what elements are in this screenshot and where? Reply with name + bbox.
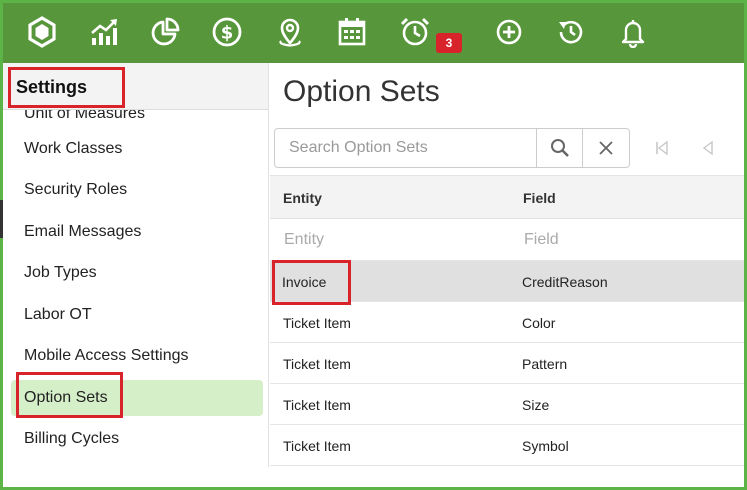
cell-field: CreditReason — [522, 274, 608, 290]
sidebar-item-billing-cycles[interactable]: Billing Cycles — [11, 421, 263, 457]
cell-entity: Ticket Item — [283, 397, 351, 413]
main-content: Option Sets Entity Field Invoice CreditR… — [270, 63, 744, 467]
column-header-entity[interactable]: Entity — [283, 190, 322, 206]
active-item-highlight — [16, 372, 123, 418]
table-header: Entity Field — [270, 175, 744, 219]
cell-field: Pattern — [522, 356, 568, 372]
cell-field: Symbol — [522, 438, 569, 454]
sidebar-item-work-classes[interactable]: Work Classes — [11, 131, 263, 167]
plus-circle-icon[interactable] — [492, 15, 526, 49]
previous-page-icon — [702, 140, 713, 156]
alarm-clock-icon[interactable] — [398, 15, 432, 49]
clear-search-button[interactable] — [583, 128, 630, 168]
cell-entity: Ticket Item — [283, 315, 351, 331]
dollar-icon[interactable]: $ — [210, 15, 244, 49]
field-filter-input[interactable] — [524, 219, 734, 260]
cell-field: Size — [522, 397, 550, 413]
table-row[interactable]: Ticket Item Symbol — [270, 425, 744, 466]
entity-filter-input[interactable] — [284, 219, 504, 260]
page-title: Option Sets — [283, 75, 440, 108]
column-header-field[interactable]: Field — [523, 190, 556, 206]
previous-page-button[interactable] — [695, 135, 721, 161]
invoice-cell-highlight — [272, 260, 351, 305]
close-icon — [599, 141, 613, 155]
cell-entity: Ticket Item — [283, 356, 351, 372]
sidebar-item-job-types[interactable]: Job Types — [11, 255, 263, 291]
search-icon — [550, 139, 569, 157]
sidebar-item-mobile-access-settings[interactable]: Mobile Access Settings — [11, 338, 263, 374]
search-input[interactable] — [274, 128, 536, 168]
cell-entity: Ticket Item — [283, 438, 351, 454]
settings-sidebar: Unit of Measures Settings Work Classes S… — [3, 63, 269, 467]
history-icon[interactable] — [554, 15, 588, 49]
svg-text:$: $ — [221, 23, 234, 44]
calendar-icon[interactable] — [335, 15, 369, 49]
hexagon-logo-icon[interactable] — [25, 15, 59, 49]
sidebar-item-labor-ot[interactable]: Labor OT — [11, 297, 263, 333]
pie-chart-icon[interactable] — [148, 15, 182, 49]
filter-row — [270, 219, 744, 261]
table-row[interactable]: Ticket Item Size — [270, 384, 744, 425]
table-row[interactable]: Ticket Item Color — [270, 302, 744, 343]
table-row[interactable]: Ticket Item Pattern — [270, 343, 744, 384]
search-button[interactable] — [536, 128, 583, 168]
cell-field: Color — [522, 315, 556, 331]
bell-icon[interactable] — [616, 15, 650, 49]
sidebar-item-email-messages[interactable]: Email Messages — [11, 214, 263, 250]
location-pin-icon[interactable] — [273, 15, 307, 49]
first-page-button[interactable] — [649, 135, 675, 161]
sidebar-item-security-roles[interactable]: Security Roles — [11, 172, 263, 208]
first-page-icon — [656, 140, 668, 156]
growth-chart-icon[interactable] — [87, 15, 121, 49]
sidebar-title-highlight — [8, 67, 125, 108]
top-navigation-bar: $ 3 — [3, 3, 744, 63]
alarm-count-badge: 3 — [436, 33, 462, 53]
